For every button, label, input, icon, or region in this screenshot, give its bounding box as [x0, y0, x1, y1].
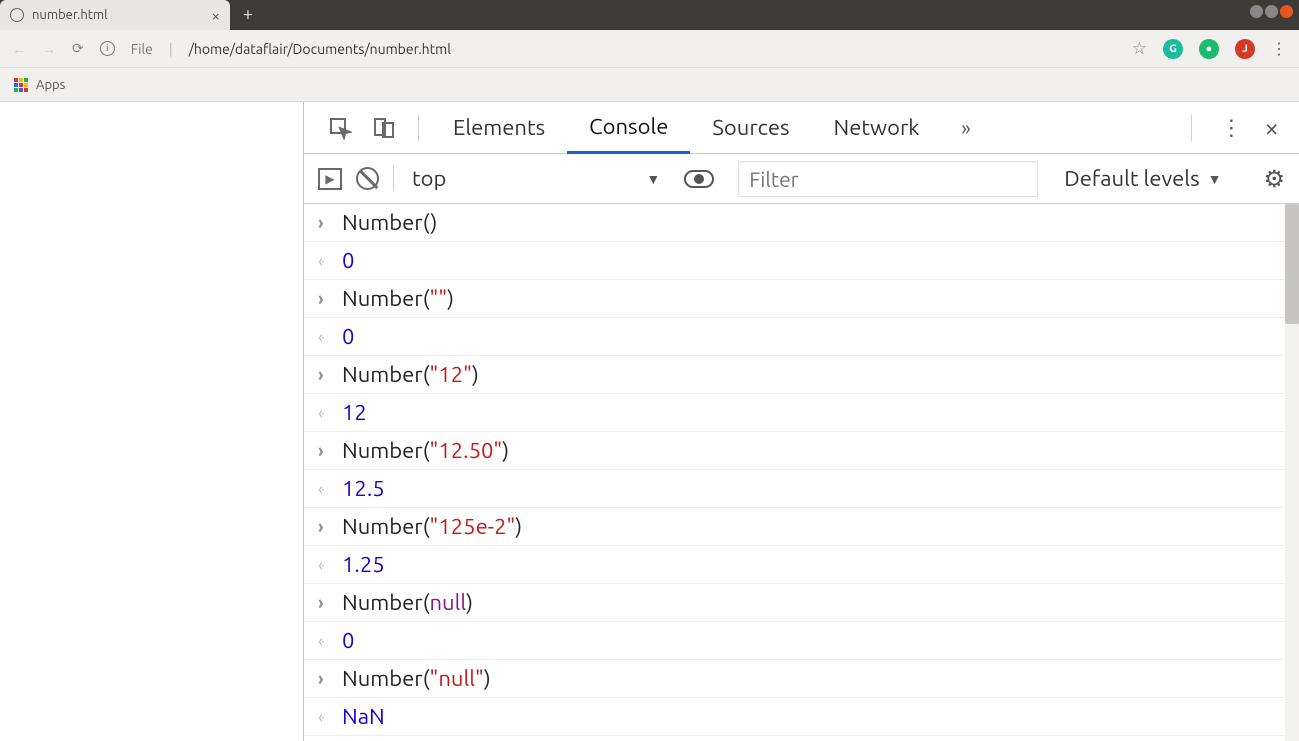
toggle-device-icon[interactable] — [362, 116, 406, 140]
close-tab-icon[interactable]: × — [212, 7, 220, 24]
console-input-line: ›Number("12.50") — [304, 432, 1299, 470]
scrollbar-thumb[interactable] — [1285, 204, 1299, 324]
minimize-icon[interactable] — [1250, 5, 1263, 18]
console-settings-icon[interactable]: ⚙ — [1263, 165, 1285, 193]
console-input-line: ›Number() — [304, 204, 1299, 242]
chevron-right-icon: › — [318, 213, 342, 233]
apps-icon[interactable] — [14, 78, 28, 92]
divider — [418, 115, 419, 141]
tab-console[interactable]: Console — [567, 102, 690, 154]
devtools-panel: Elements Console Sources Network » ⋮ × ▶… — [304, 102, 1299, 741]
console-result-line: 12 — [304, 394, 1299, 432]
main-area: Elements Console Sources Network » ⋮ × ▶… — [0, 102, 1299, 741]
back-icon[interactable]: ← — [12, 41, 26, 57]
info-icon[interactable]: i — [100, 41, 115, 56]
scrollbar[interactable] — [1285, 204, 1299, 741]
inspect-element-icon[interactable] — [318, 116, 362, 140]
window-titlebar: number.html × + — [0, 0, 1299, 30]
address-bar: ← → ⟳ i File | /home/dataflair/Documents… — [0, 30, 1299, 68]
return-icon — [318, 707, 342, 727]
code-text: Number(null) — [342, 590, 473, 615]
apps-label[interactable]: Apps — [36, 78, 65, 92]
new-tab-button[interactable]: + — [234, 0, 262, 28]
url-scheme-label: File — [131, 41, 153, 57]
more-tabs-icon[interactable]: » — [941, 116, 990, 139]
return-icon — [318, 555, 342, 575]
code-text: Number("12") — [342, 362, 479, 387]
return-icon — [318, 631, 342, 651]
context-selector[interactable]: top ▼ — [393, 166, 660, 191]
chevron-right-icon: › — [318, 441, 342, 461]
globe-icon — [10, 8, 24, 22]
browser-tab[interactable]: number.html × — [0, 0, 230, 30]
live-expression-icon[interactable] — [684, 170, 714, 188]
chevron-down-icon: ▼ — [646, 171, 660, 187]
return-icon — [318, 251, 342, 271]
code-text: 12 — [342, 400, 367, 425]
forward-icon[interactable]: → — [42, 41, 56, 57]
close-window-icon[interactable] — [1280, 5, 1293, 18]
code-text: 0 — [342, 324, 354, 349]
console-result-line: 0 — [304, 318, 1299, 356]
tab-elements[interactable]: Elements — [431, 102, 567, 154]
code-text: Number("125e-2") — [342, 514, 522, 539]
chevron-right-icon: › — [318, 517, 342, 537]
close-devtools-icon[interactable]: × — [1258, 113, 1285, 142]
code-text: 0 — [342, 248, 354, 273]
log-levels-selector[interactable]: Default levels ▼ — [1064, 166, 1221, 191]
chevron-right-icon: › — [318, 669, 342, 689]
browser-menu-icon[interactable]: ⋮ — [1271, 39, 1287, 58]
extension-grammarly-icon[interactable]: G — [1163, 39, 1183, 59]
return-icon — [318, 479, 342, 499]
console-result-line: 1.25 — [304, 546, 1299, 584]
bookmarks-bar: Apps — [0, 68, 1299, 102]
bookmark-star-icon[interactable]: ☆ — [1132, 39, 1147, 59]
console-result-line: NaN — [304, 698, 1299, 736]
console-toolbar: ▶ top ▼ Default levels ▼ ⚙ — [304, 154, 1299, 204]
console-result-line: 0 — [304, 242, 1299, 280]
code-text: Number() — [342, 210, 437, 235]
code-text: 0 — [342, 628, 354, 653]
maximize-icon[interactable] — [1265, 5, 1278, 18]
chevron-right-icon: › — [318, 289, 342, 309]
console-input-line: ›Number("125e-2") — [304, 508, 1299, 546]
reload-icon[interactable]: ⟳ — [72, 40, 84, 57]
profile-avatar-icon[interactable]: J — [1235, 39, 1255, 59]
return-icon — [318, 327, 342, 347]
tab-network[interactable]: Network — [812, 102, 942, 154]
tab-title: number.html — [32, 8, 204, 22]
devtools-tabs: Elements Console Sources Network » ⋮ × — [304, 102, 1299, 154]
filter-input[interactable] — [738, 161, 1038, 197]
return-icon — [318, 403, 342, 423]
console-output[interactable]: ›Number()0›Number("")0›Number("12")12›Nu… — [304, 204, 1299, 741]
console-input-line: ›Number("12") — [304, 356, 1299, 394]
chevron-right-icon: › — [318, 593, 342, 613]
tab-sources[interactable]: Sources — [690, 102, 811, 154]
console-input-line: ›Number("") — [304, 280, 1299, 318]
url-divider: | — [169, 41, 173, 57]
toggle-sidebar-icon[interactable]: ▶ — [318, 168, 342, 190]
devtools-menu-icon[interactable]: ⋮ — [1204, 115, 1258, 141]
code-text: 12.5 — [342, 476, 385, 501]
context-label: top — [412, 166, 446, 191]
code-text: Number("") — [342, 286, 454, 311]
code-text: Number("12.50") — [342, 438, 509, 463]
console-result-line: 12.5 — [304, 470, 1299, 508]
chevron-down-icon: ▼ — [1208, 171, 1222, 187]
levels-label: Default levels — [1064, 166, 1199, 191]
code-text: NaN — [342, 704, 385, 729]
url-path[interactable]: /home/dataflair/Documents/number.html — [189, 41, 451, 57]
chevron-right-icon: › — [318, 365, 342, 385]
divider — [1191, 115, 1192, 141]
console-result-line: 0 — [304, 622, 1299, 660]
page-viewport — [0, 102, 304, 741]
console-input-line: ›Number(null) — [304, 584, 1299, 622]
code-text: 1.25 — [342, 552, 385, 577]
window-controls — [1250, 0, 1299, 18]
console-input-line: ›Number("null") — [304, 660, 1299, 698]
clear-console-icon[interactable] — [356, 167, 379, 190]
extension-green-icon[interactable]: ● — [1199, 39, 1219, 59]
code-text: Number("null") — [342, 666, 491, 691]
